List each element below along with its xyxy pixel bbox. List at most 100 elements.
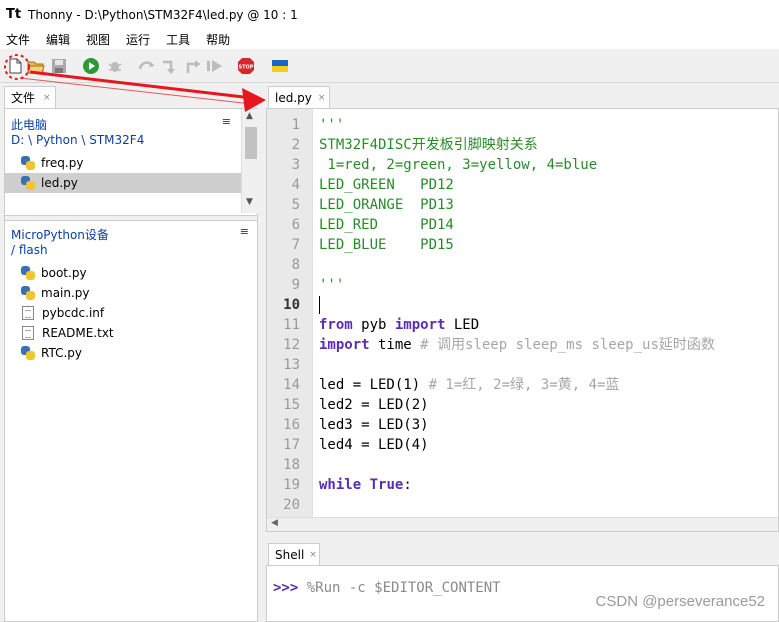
file-name: led.py (41, 176, 78, 190)
line-number: 2 (291, 137, 300, 153)
file-name: main.py (41, 286, 90, 300)
text-caret (319, 296, 320, 314)
code-token: led = LED(1) (319, 377, 429, 393)
editor-tab-label: led.py (275, 90, 312, 105)
menu-item[interactable]: 帮助 (204, 31, 232, 48)
window-title: Thonny - D:\Python\STM32F4\led.py @ 10 :… (28, 8, 298, 22)
svg-text:STOP: STOP (239, 65, 254, 71)
file-list-item[interactable]: freq.py (5, 153, 241, 173)
code-line[interactable]: 1=red, 2=green, 3=yellow, 4=blue (319, 155, 597, 175)
code-line[interactable]: import time # 调用sleep sleep_ms sleep_us延… (319, 335, 715, 355)
shell-command: %Run -c $EDITOR_CONTENT (298, 580, 501, 596)
line-number: 16 (283, 417, 300, 433)
tab-files[interactable]: 文件 × (4, 86, 56, 108)
code-line[interactable]: from pyb import LED (319, 315, 479, 335)
line-number: 5 (291, 197, 300, 213)
file-list-item[interactable]: RTC.py (5, 343, 241, 363)
thonny-logo-icon: Tt (6, 7, 22, 22)
file-list-item[interactable]: main.py (5, 283, 241, 303)
open-file-icon[interactable] (27, 57, 45, 75)
file-list-item[interactable]: README.txt (5, 323, 241, 343)
scroll-down-icon[interactable]: ▼ (246, 197, 253, 207)
line-number: 9 (291, 277, 300, 293)
code-token: pyb (352, 317, 395, 333)
file-list-item[interactable]: boot.py (5, 263, 241, 283)
code-line[interactable]: LED_GREEN PD12 (319, 175, 454, 195)
close-icon[interactable]: × (43, 93, 51, 103)
python-file-icon (21, 286, 35, 300)
menu-item[interactable]: 运行 (124, 31, 152, 48)
python-file-icon (21, 176, 35, 190)
scroll-up-icon[interactable]: ▲ (246, 111, 253, 121)
menu-item[interactable]: 视图 (84, 31, 112, 48)
python-file-icon (21, 156, 35, 170)
tab-led-py[interactable]: led.py × (268, 86, 330, 108)
code-token: LED_RED PD14 (319, 217, 454, 233)
ukraine-flag-icon[interactable] (271, 57, 289, 75)
step-over-icon[interactable] (138, 57, 156, 75)
code-line[interactable]: LED_RED PD14 (319, 215, 454, 235)
code-line[interactable]: led4 = LED(4) (319, 435, 429, 455)
scroll-left-icon[interactable]: ◀ (271, 518, 278, 528)
line-number: 4 (291, 177, 300, 193)
step-into-icon[interactable] (161, 57, 179, 75)
resume-icon[interactable] (206, 57, 224, 75)
code-token: # 1=红, 2=绿, 3=黄, 4=蓝 (428, 377, 620, 393)
debug-icon[interactable] (106, 57, 124, 75)
code-token: led3 = LED(3) (319, 417, 429, 433)
horizontal-scrollbar[interactable]: ◀ (267, 517, 778, 531)
menu-item[interactable]: 工具 (164, 31, 192, 48)
run-icon[interactable] (82, 57, 100, 75)
file-list-item[interactable]: pybcdc.inf (5, 303, 241, 323)
line-number: 3 (291, 157, 300, 173)
new-file-icon[interactable] (6, 57, 24, 75)
computer-heading[interactable]: 此电脑 (11, 116, 47, 133)
shell-tab-label: Shell (275, 547, 305, 562)
close-icon[interactable]: × (309, 550, 317, 560)
computer-path[interactable]: D: \ Python \ STM32F4 (11, 133, 144, 147)
code-token: STM32F4DISC开发板引脚映射关系 (319, 137, 538, 153)
line-number: 20 (283, 497, 300, 513)
text-file-icon (22, 306, 34, 320)
device-path[interactable]: / flash (11, 243, 48, 257)
code-line[interactable]: ''' (319, 115, 344, 135)
code-token: LED_BLUE PD15 (319, 237, 454, 253)
stop-icon[interactable]: STOP (237, 57, 255, 75)
code-token: True (369, 477, 404, 493)
scrollbar-thumb[interactable] (245, 127, 257, 159)
line-number-gutter: 1 2 3 4 5 6 7 8 9 10 11 12 13 14 15 16 17 18 19 20 (267, 109, 313, 517)
tab-shell[interactable]: Shell × (268, 543, 320, 565)
code-token: # 调用sleep sleep_ms sleep_us延时函数 (420, 337, 715, 353)
menu-item[interactable]: 文件 (4, 31, 32, 48)
code-line[interactable]: led3 = LED(3) (319, 415, 429, 435)
file-list-item[interactable]: led.py (5, 173, 241, 193)
code-line[interactable]: led2 = LED(2) (319, 395, 429, 415)
line-number: 14 (283, 377, 300, 393)
save-icon[interactable] (50, 57, 68, 75)
close-icon[interactable]: × (318, 93, 326, 103)
line-number: 8 (291, 257, 300, 273)
toolbar: STOP (0, 49, 779, 83)
python-file-icon (21, 346, 35, 360)
code-token: while (319, 477, 362, 493)
title-bar: Tt Thonny - D:\Python\STM32F4\led.py @ 1… (0, 0, 779, 30)
file-name: RTC.py (41, 346, 83, 360)
pane-splitter[interactable] (5, 215, 257, 221)
code-line[interactable]: STM32F4DISC开发板引脚映射关系 (319, 135, 538, 155)
code-editor[interactable]: 1 2 3 4 5 6 7 8 9 10 11 12 13 14 15 16 17 18 19 20 ''' STM32… (266, 108, 779, 532)
menu-item[interactable]: 编辑 (44, 31, 72, 48)
code-line[interactable]: ''' (319, 275, 344, 295)
step-out-icon[interactable] (184, 57, 202, 75)
device-heading[interactable]: MicroPython设备 (11, 226, 109, 243)
code-line[interactable]: while True: (319, 475, 412, 495)
code-line[interactable]: led = LED(1) # 1=红, 2=绿, 3=黄, 4=蓝 (319, 375, 619, 395)
line-number: 10 (283, 297, 300, 313)
code-line[interactable]: LED_ORANGE PD13 (319, 195, 454, 215)
code-token: import (319, 337, 370, 353)
code-token: ''' (319, 277, 345, 293)
menu-icon[interactable]: ≡ (222, 115, 231, 128)
vertical-scrollbar[interactable]: ▲ ▼ (241, 109, 259, 213)
code-line[interactable]: LED_BLUE PD15 (319, 235, 454, 255)
menu-icon[interactable]: ≡ (240, 225, 249, 238)
